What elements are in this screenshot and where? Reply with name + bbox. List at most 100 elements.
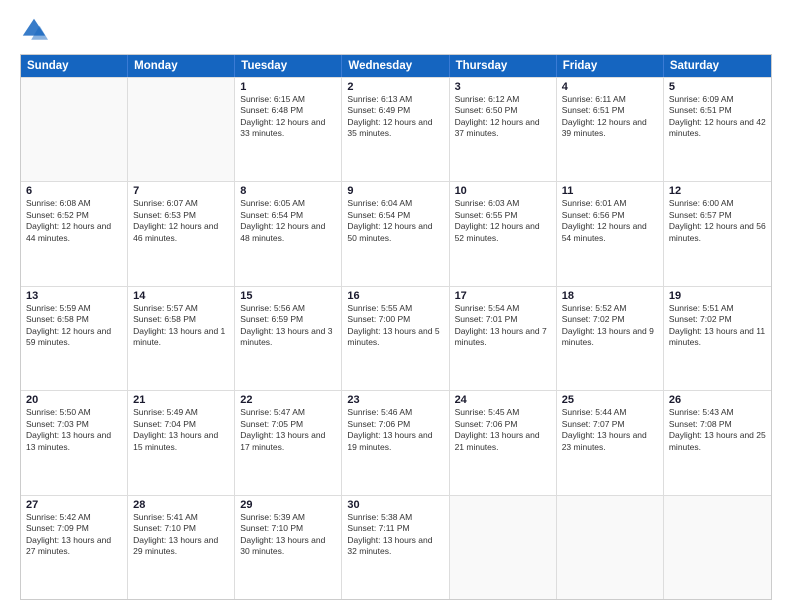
day-number: 9 [347, 185, 443, 197]
calendar-header-cell: Wednesday [342, 55, 449, 77]
cell-info: Sunrise: 5:43 AM Sunset: 7:08 PM Dayligh… [669, 407, 766, 453]
cell-info: Sunrise: 6:01 AM Sunset: 6:56 PM Dayligh… [562, 198, 658, 244]
calendar-row: 6Sunrise: 6:08 AM Sunset: 6:52 PM Daylig… [21, 181, 771, 285]
cell-info: Sunrise: 5:46 AM Sunset: 7:06 PM Dayligh… [347, 407, 443, 453]
cell-info: Sunrise: 5:39 AM Sunset: 7:10 PM Dayligh… [240, 512, 336, 558]
calendar-header-cell: Thursday [450, 55, 557, 77]
day-number: 4 [562, 81, 658, 93]
calendar-cell: 8Sunrise: 6:05 AM Sunset: 6:54 PM Daylig… [235, 182, 342, 285]
cell-info: Sunrise: 6:09 AM Sunset: 6:51 PM Dayligh… [669, 94, 766, 140]
cell-info: Sunrise: 5:44 AM Sunset: 7:07 PM Dayligh… [562, 407, 658, 453]
day-number: 5 [669, 81, 766, 93]
cell-info: Sunrise: 5:49 AM Sunset: 7:04 PM Dayligh… [133, 407, 229, 453]
calendar-cell: 2Sunrise: 6:13 AM Sunset: 6:49 PM Daylig… [342, 78, 449, 181]
cell-info: Sunrise: 5:55 AM Sunset: 7:00 PM Dayligh… [347, 303, 443, 349]
cell-info: Sunrise: 6:03 AM Sunset: 6:55 PM Dayligh… [455, 198, 551, 244]
day-number: 7 [133, 185, 229, 197]
cell-info: Sunrise: 6:00 AM Sunset: 6:57 PM Dayligh… [669, 198, 766, 244]
cell-info: Sunrise: 5:47 AM Sunset: 7:05 PM Dayligh… [240, 407, 336, 453]
calendar-cell: 12Sunrise: 6:00 AM Sunset: 6:57 PM Dayli… [664, 182, 771, 285]
day-number: 24 [455, 394, 551, 406]
calendar-cell: 5Sunrise: 6:09 AM Sunset: 6:51 PM Daylig… [664, 78, 771, 181]
calendar-cell: 17Sunrise: 5:54 AM Sunset: 7:01 PM Dayli… [450, 287, 557, 390]
cell-info: Sunrise: 6:13 AM Sunset: 6:49 PM Dayligh… [347, 94, 443, 140]
calendar-cell: 23Sunrise: 5:46 AM Sunset: 7:06 PM Dayli… [342, 391, 449, 494]
day-number: 23 [347, 394, 443, 406]
day-number: 20 [26, 394, 122, 406]
cell-info: Sunrise: 5:59 AM Sunset: 6:58 PM Dayligh… [26, 303, 122, 349]
cell-info: Sunrise: 6:05 AM Sunset: 6:54 PM Dayligh… [240, 198, 336, 244]
calendar-cell: 11Sunrise: 6:01 AM Sunset: 6:56 PM Dayli… [557, 182, 664, 285]
day-number: 26 [669, 394, 766, 406]
day-number: 22 [240, 394, 336, 406]
calendar-cell: 26Sunrise: 5:43 AM Sunset: 7:08 PM Dayli… [664, 391, 771, 494]
day-number: 27 [26, 499, 122, 511]
calendar-cell: 13Sunrise: 5:59 AM Sunset: 6:58 PM Dayli… [21, 287, 128, 390]
calendar-cell: 16Sunrise: 5:55 AM Sunset: 7:00 PM Dayli… [342, 287, 449, 390]
day-number: 17 [455, 290, 551, 302]
cell-info: Sunrise: 6:07 AM Sunset: 6:53 PM Dayligh… [133, 198, 229, 244]
cell-info: Sunrise: 5:54 AM Sunset: 7:01 PM Dayligh… [455, 303, 551, 349]
calendar-body: 1Sunrise: 6:15 AM Sunset: 6:48 PM Daylig… [21, 77, 771, 599]
day-number: 30 [347, 499, 443, 511]
calendar-row: 1Sunrise: 6:15 AM Sunset: 6:48 PM Daylig… [21, 77, 771, 181]
calendar-header-cell: Tuesday [235, 55, 342, 77]
calendar-cell: 28Sunrise: 5:41 AM Sunset: 7:10 PM Dayli… [128, 496, 235, 599]
cell-info: Sunrise: 6:04 AM Sunset: 6:54 PM Dayligh… [347, 198, 443, 244]
day-number: 2 [347, 81, 443, 93]
cell-info: Sunrise: 6:15 AM Sunset: 6:48 PM Dayligh… [240, 94, 336, 140]
calendar-cell [664, 496, 771, 599]
day-number: 25 [562, 394, 658, 406]
day-number: 15 [240, 290, 336, 302]
cell-info: Sunrise: 6:08 AM Sunset: 6:52 PM Dayligh… [26, 198, 122, 244]
calendar-header-cell: Friday [557, 55, 664, 77]
calendar-cell [557, 496, 664, 599]
calendar-row: 20Sunrise: 5:50 AM Sunset: 7:03 PM Dayli… [21, 390, 771, 494]
day-number: 8 [240, 185, 336, 197]
cell-info: Sunrise: 5:52 AM Sunset: 7:02 PM Dayligh… [562, 303, 658, 349]
cell-info: Sunrise: 5:57 AM Sunset: 6:58 PM Dayligh… [133, 303, 229, 349]
day-number: 28 [133, 499, 229, 511]
calendar-cell: 4Sunrise: 6:11 AM Sunset: 6:51 PM Daylig… [557, 78, 664, 181]
calendar-row: 27Sunrise: 5:42 AM Sunset: 7:09 PM Dayli… [21, 495, 771, 599]
logo [20, 16, 52, 44]
day-number: 10 [455, 185, 551, 197]
cell-info: Sunrise: 5:45 AM Sunset: 7:06 PM Dayligh… [455, 407, 551, 453]
calendar-cell: 27Sunrise: 5:42 AM Sunset: 7:09 PM Dayli… [21, 496, 128, 599]
calendar-cell: 10Sunrise: 6:03 AM Sunset: 6:55 PM Dayli… [450, 182, 557, 285]
calendar-cell: 30Sunrise: 5:38 AM Sunset: 7:11 PM Dayli… [342, 496, 449, 599]
day-number: 11 [562, 185, 658, 197]
calendar-cell: 6Sunrise: 6:08 AM Sunset: 6:52 PM Daylig… [21, 182, 128, 285]
calendar-cell: 21Sunrise: 5:49 AM Sunset: 7:04 PM Dayli… [128, 391, 235, 494]
calendar-cell: 19Sunrise: 5:51 AM Sunset: 7:02 PM Dayli… [664, 287, 771, 390]
calendar-header-cell: Monday [128, 55, 235, 77]
day-number: 18 [562, 290, 658, 302]
calendar-cell: 29Sunrise: 5:39 AM Sunset: 7:10 PM Dayli… [235, 496, 342, 599]
calendar-header-cell: Sunday [21, 55, 128, 77]
calendar-cell: 25Sunrise: 5:44 AM Sunset: 7:07 PM Dayli… [557, 391, 664, 494]
calendar-row: 13Sunrise: 5:59 AM Sunset: 6:58 PM Dayli… [21, 286, 771, 390]
calendar-cell: 20Sunrise: 5:50 AM Sunset: 7:03 PM Dayli… [21, 391, 128, 494]
day-number: 16 [347, 290, 443, 302]
cell-info: Sunrise: 5:56 AM Sunset: 6:59 PM Dayligh… [240, 303, 336, 349]
cell-info: Sunrise: 6:11 AM Sunset: 6:51 PM Dayligh… [562, 94, 658, 140]
page: SundayMondayTuesdayWednesdayThursdayFrid… [0, 0, 792, 612]
calendar-cell [128, 78, 235, 181]
calendar-cell: 18Sunrise: 5:52 AM Sunset: 7:02 PM Dayli… [557, 287, 664, 390]
calendar-cell [450, 496, 557, 599]
calendar-cell: 3Sunrise: 6:12 AM Sunset: 6:50 PM Daylig… [450, 78, 557, 181]
calendar-cell: 15Sunrise: 5:56 AM Sunset: 6:59 PM Dayli… [235, 287, 342, 390]
calendar-cell: 9Sunrise: 6:04 AM Sunset: 6:54 PM Daylig… [342, 182, 449, 285]
calendar-cell [21, 78, 128, 181]
logo-icon [20, 16, 48, 44]
cell-info: Sunrise: 6:12 AM Sunset: 6:50 PM Dayligh… [455, 94, 551, 140]
calendar-cell: 24Sunrise: 5:45 AM Sunset: 7:06 PM Dayli… [450, 391, 557, 494]
header [20, 16, 772, 44]
calendar-cell: 7Sunrise: 6:07 AM Sunset: 6:53 PM Daylig… [128, 182, 235, 285]
cell-info: Sunrise: 5:50 AM Sunset: 7:03 PM Dayligh… [26, 407, 122, 453]
cell-info: Sunrise: 5:51 AM Sunset: 7:02 PM Dayligh… [669, 303, 766, 349]
calendar-header-cell: Saturday [664, 55, 771, 77]
day-number: 19 [669, 290, 766, 302]
day-number: 14 [133, 290, 229, 302]
calendar-cell: 14Sunrise: 5:57 AM Sunset: 6:58 PM Dayli… [128, 287, 235, 390]
